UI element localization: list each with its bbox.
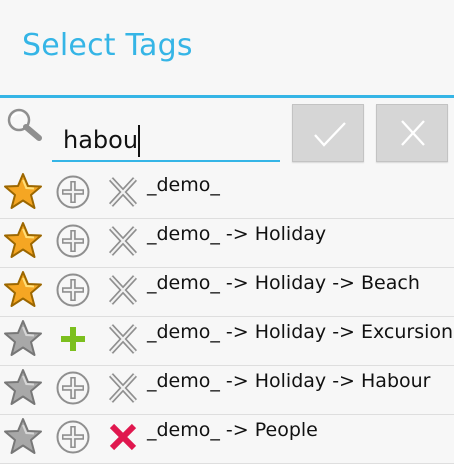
dialog-title-bar: Select Tags <box>0 0 454 98</box>
add-circle-icon[interactable] <box>52 416 94 462</box>
tag-label: _demo_ -> Holiday -> Habour <box>147 370 431 392</box>
remove-icon[interactable] <box>102 171 144 217</box>
favorite-star-icon[interactable] <box>2 269 44 315</box>
tag-search-input[interactable] <box>52 120 280 162</box>
favorite-star-icon[interactable] <box>2 171 44 217</box>
add-circle-icon[interactable] <box>52 171 94 217</box>
check-icon <box>314 122 346 147</box>
tag-label: _demo_ -> Holiday <box>147 223 327 245</box>
remove-icon[interactable] <box>102 367 144 413</box>
confirm-button[interactable] <box>292 104 364 162</box>
remove-icon[interactable] <box>102 220 144 266</box>
tag-row[interactable]: _demo_ -> Holiday <box>0 219 454 268</box>
tag-row[interactable]: _demo_ -> People <box>0 415 454 464</box>
add-circle-icon[interactable] <box>52 269 94 315</box>
tag-label: _demo_ -> Holiday -> Beach <box>147 272 420 294</box>
tag-row[interactable]: _demo_ <box>0 170 454 219</box>
star-icon[interactable] <box>2 416 44 462</box>
remove-selected-icon[interactable] <box>102 416 144 462</box>
favorite-star-icon[interactable] <box>2 220 44 266</box>
tag-row[interactable]: _demo_ -> Holiday -> Habour <box>0 366 454 415</box>
cancel-button[interactable] <box>376 104 448 162</box>
search-icon <box>7 108 42 141</box>
add-selected-icon[interactable] <box>52 318 94 364</box>
star-icon[interactable] <box>2 318 44 364</box>
search-row <box>0 98 454 170</box>
add-circle-icon[interactable] <box>52 220 94 266</box>
tag-label: _demo_ -> People <box>147 419 318 441</box>
dialog-title: Select Tags <box>22 28 193 63</box>
remove-icon[interactable] <box>102 269 144 315</box>
add-circle-icon[interactable] <box>52 367 94 413</box>
star-icon[interactable] <box>2 367 44 413</box>
close-icon <box>401 120 425 146</box>
tag-list: _demo_ _demo_ -> Holiday _demo_ -> Holid… <box>0 170 454 464</box>
text-cursor <box>138 125 140 157</box>
tag-label: _demo_ <box>147 174 220 196</box>
remove-icon[interactable] <box>102 318 144 364</box>
tag-label: _demo_ -> Holiday -> Excursion <box>147 321 454 343</box>
tag-row[interactable]: _demo_ -> Holiday -> Beach <box>0 268 454 317</box>
tag-row[interactable]: _demo_ -> Holiday -> Excursion <box>0 317 454 366</box>
